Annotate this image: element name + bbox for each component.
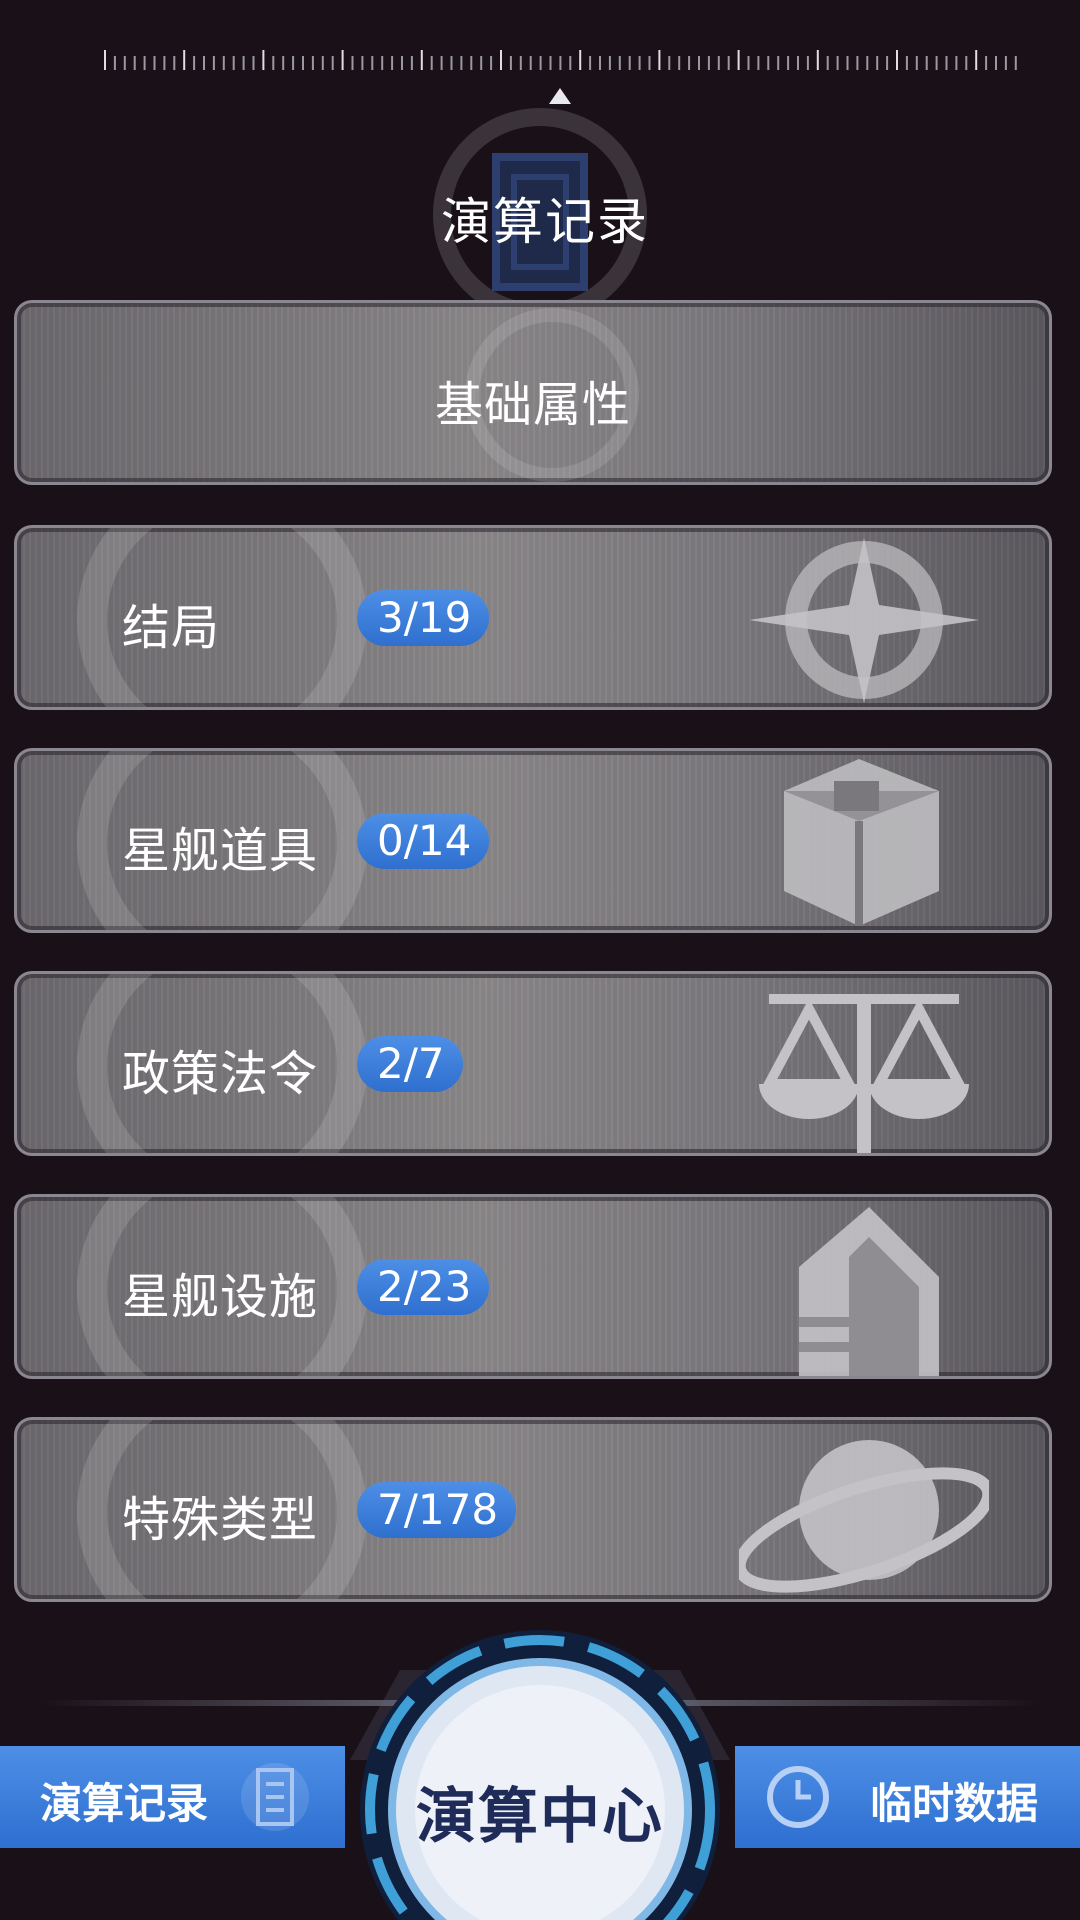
category-card-starship-items[interactable]: 星舰道具 0/14 — [14, 748, 1052, 933]
box-icon — [784, 759, 939, 926]
category-label: 政策法令 — [122, 1046, 319, 1102]
compass-star-icon — [749, 538, 979, 703]
ring-decoration-icon — [77, 528, 367, 707]
category-label: 特殊类型 — [122, 1492, 319, 1548]
category-label: 星舰道具 — [122, 823, 319, 879]
category-card-special-types[interactable]: 特殊类型 7/178 — [14, 1417, 1052, 1602]
nav-tab-records-label: 演算记录 — [40, 1779, 209, 1828]
nav-tab-records[interactable]: 演算记录 — [0, 1746, 345, 1848]
scales-icon — [759, 994, 969, 1153]
category-card-policies[interactable]: 政策法令 2/7 — [14, 971, 1052, 1156]
progress-badge: 3/19 — [357, 590, 490, 646]
progress-badge: 2/23 — [357, 1259, 490, 1315]
category-card-endings[interactable]: 结局 3/19 — [14, 525, 1052, 710]
category-label: 结局 — [122, 600, 221, 656]
document-icon — [241, 1763, 309, 1831]
progress-badge: 7/178 — [357, 1482, 517, 1538]
nav-tab-temp-data-label: 临时数据 — [870, 1779, 1039, 1828]
basic-attributes-label: 基础属性 — [434, 377, 631, 433]
clock-icon — [767, 1766, 829, 1828]
nav-tab-temp-data[interactable]: 临时数据 — [735, 1746, 1080, 1848]
building-icon — [799, 1207, 939, 1376]
planet-icon — [739, 1440, 989, 1593]
progress-badge: 0/14 — [357, 813, 490, 869]
nav-center-sim-hub[interactable]: 演算中心 — [370, 1768, 710, 1855]
progress-badge: 2/7 — [357, 1036, 463, 1092]
category-label: 星舰设施 — [122, 1269, 319, 1325]
center-hub-dial — [350, 1630, 730, 1920]
top-ruler — [104, 50, 1017, 70]
category-card-starship-facilities[interactable]: 星舰设施 2/23 — [14, 1194, 1052, 1379]
basic-attributes-card[interactable]: 基础属性 — [14, 300, 1052, 485]
page-title: 演算记录 — [441, 193, 649, 251]
ruler-pointer-icon — [549, 88, 571, 104]
